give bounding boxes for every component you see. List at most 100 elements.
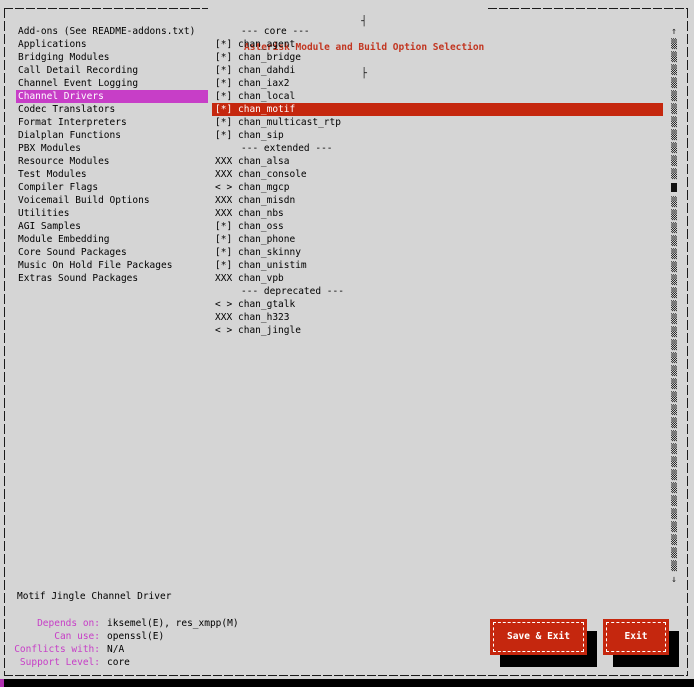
module-name: chan_dahdi [238, 65, 295, 76]
detail-field-label: Can use: [12, 630, 100, 643]
module-row[interactable]: < >chan_jingle [212, 324, 663, 337]
scrollbar-track-cell: ▒ [668, 142, 680, 155]
category-item[interactable]: Test Modules [16, 168, 208, 181]
module-name: chan_multicast_rtp [238, 117, 341, 128]
scrollbar-track-cell: ▒ [668, 168, 680, 181]
detail-field-row: Can use: openssl(E) [12, 630, 239, 643]
detail-field-value: iksemel(E), res_xmpp(M) [107, 618, 239, 629]
module-status: < > [215, 181, 238, 194]
module-row[interactable]: [*]chan_local [212, 90, 663, 103]
scrollbar-track-cell: ▒ [668, 365, 680, 378]
category-item[interactable]: Add-ons (See README-addons.txt) [16, 25, 208, 38]
module-name: chan_phone [238, 234, 295, 245]
category-item[interactable]: Utilities [16, 207, 208, 220]
module-status: [*] [215, 64, 238, 77]
module-row[interactable]: [*]chan_multicast_rtp [212, 116, 663, 129]
module-row[interactable]: XXXchan_nbs [212, 207, 663, 220]
scrollbar-track-cell: ▒ [668, 508, 680, 521]
scrollbar-track-cell: ▒ [668, 274, 680, 287]
module-row[interactable]: [*]chan_skinny [212, 246, 663, 259]
module-name: chan_mgcp [238, 182, 289, 193]
category-item[interactable]: Dialplan Functions [16, 129, 208, 142]
terminal-screen: ┤ Asterisk Module and Build Option Selec… [0, 0, 694, 687]
module-name: chan_iax2 [238, 78, 289, 89]
module-status: [*] [215, 233, 238, 246]
scrollbar-track-cell: ▒ [668, 261, 680, 274]
module-row[interactable]: XXXchan_h323 [212, 311, 663, 324]
module-row[interactable]: [*]chan_unistim [212, 259, 663, 272]
scrollbar-track-cell: ▒ [668, 521, 680, 534]
module-row[interactable]: [*]chan_bridge [212, 51, 663, 64]
scrollbar-track-cell: ▒ [668, 300, 680, 313]
category-item[interactable]: Compiler Flags [16, 181, 208, 194]
module-row[interactable]: XXXchan_misdn [212, 194, 663, 207]
module-name: chan_misdn [238, 195, 295, 206]
scrollbar-track-cell: ▒ [668, 391, 680, 404]
module-name: chan_h323 [238, 312, 289, 323]
scrollbar: ↑▒▒▒▒▒▒▒▒▒▒▒▒▒▒▒▒▒▒▒▒▒▒▒▒▒▒▒▒▒▒▒▒▒▒▒▒▒▒▒… [668, 25, 680, 586]
scrollbar-track-cell: ▒ [668, 547, 680, 560]
module-row[interactable]: [*]chan_dahdi [212, 64, 663, 77]
module-row[interactable]: [*]chan_motif [212, 103, 663, 116]
category-item[interactable]: AGI Samples [16, 220, 208, 233]
module-detail-fields: Depends on:iksemel(E), res_xmpp(M)Can us… [12, 617, 239, 669]
save-exit-button[interactable]: Save & Exit [490, 619, 587, 655]
module-row[interactable]: [*]chan_oss [212, 220, 663, 233]
module-row[interactable]: < >chan_mgcp [212, 181, 663, 194]
scrollbar-track-cell: ▒ [668, 64, 680, 77]
module-status: < > [215, 324, 238, 337]
scrollbar-track-cell: ▒ [668, 482, 680, 495]
module-name: chan_bridge [238, 52, 301, 63]
scroll-up-arrow-icon[interactable]: ↑ [668, 25, 680, 38]
module-row[interactable]: XXXchan_vpb [212, 272, 663, 285]
category-item[interactable]: Applications [16, 38, 208, 51]
detail-field-label: Support Level: [12, 656, 100, 669]
module-row[interactable]: [*]chan_iax2 [212, 77, 663, 90]
module-name: chan_alsa [238, 156, 289, 167]
module-row[interactable]: XXXchan_alsa [212, 155, 663, 168]
detail-field-value: openssl(E) [107, 631, 164, 642]
module-row[interactable]: [*]chan_agent [212, 38, 663, 51]
category-item[interactable]: Call Detail Recording [16, 64, 208, 77]
module-row[interactable]: XXXchan_console [212, 168, 663, 181]
module-row[interactable]: [*]chan_sip [212, 129, 663, 142]
category-item[interactable]: Core Sound Packages [16, 246, 208, 259]
scrollbar-track-cell: ▒ [668, 456, 680, 469]
category-item[interactable]: Bridging Modules [16, 51, 208, 64]
module-name: chan_vpb [238, 273, 284, 284]
module-list: --- core ---[*]chan_agent[*]chan_bridge[… [212, 25, 663, 337]
scrollbar-track-cell: ▒ [668, 51, 680, 64]
module-status: [*] [215, 51, 238, 64]
module-description: Motif Jingle Channel Driver [17, 590, 171, 603]
module-section-header: --- deprecated --- [212, 285, 663, 298]
scrollbar-track-cell: ▒ [668, 560, 680, 573]
category-item[interactable]: Resource Modules [16, 155, 208, 168]
module-row[interactable]: < >chan_gtalk [212, 298, 663, 311]
module-row[interactable]: [*]chan_phone [212, 233, 663, 246]
desktop-edge-artifact [0, 679, 4, 687]
category-item[interactable]: Channel Event Logging [16, 77, 208, 90]
detail-field-row: Conflicts with:N/A [12, 643, 239, 656]
category-item[interactable]: Channel Drivers [16, 90, 208, 103]
category-list: Add-ons (See README-addons.txt)Applicati… [16, 25, 208, 285]
module-name: chan_console [238, 169, 307, 180]
detail-field-label: Depends on: [12, 617, 100, 630]
category-item[interactable]: Voicemail Build Options [16, 194, 208, 207]
scrollbar-track-cell: ▒ [668, 417, 680, 430]
scrollbar-track-cell: ▒ [668, 235, 680, 248]
category-item[interactable]: PBX Modules [16, 142, 208, 155]
category-item[interactable]: Codec Translators [16, 103, 208, 116]
category-item[interactable]: Extras Sound Packages [16, 272, 208, 285]
category-item[interactable]: Module Embedding [16, 233, 208, 246]
module-status: XXX [215, 194, 238, 207]
scroll-down-arrow-icon[interactable]: ↓ [668, 573, 680, 586]
scrollbar-thumb[interactable] [668, 183, 680, 196]
category-item[interactable]: Format Interpreters [16, 116, 208, 129]
module-status: [*] [215, 103, 238, 116]
scrollbar-track-cell: ▒ [668, 339, 680, 352]
exit-button[interactable]: Exit [603, 619, 669, 655]
category-item[interactable]: Music On Hold File Packages [16, 259, 208, 272]
module-name: chan_sip [238, 130, 284, 141]
module-status: [*] [215, 38, 238, 51]
module-status: < > [215, 298, 238, 311]
